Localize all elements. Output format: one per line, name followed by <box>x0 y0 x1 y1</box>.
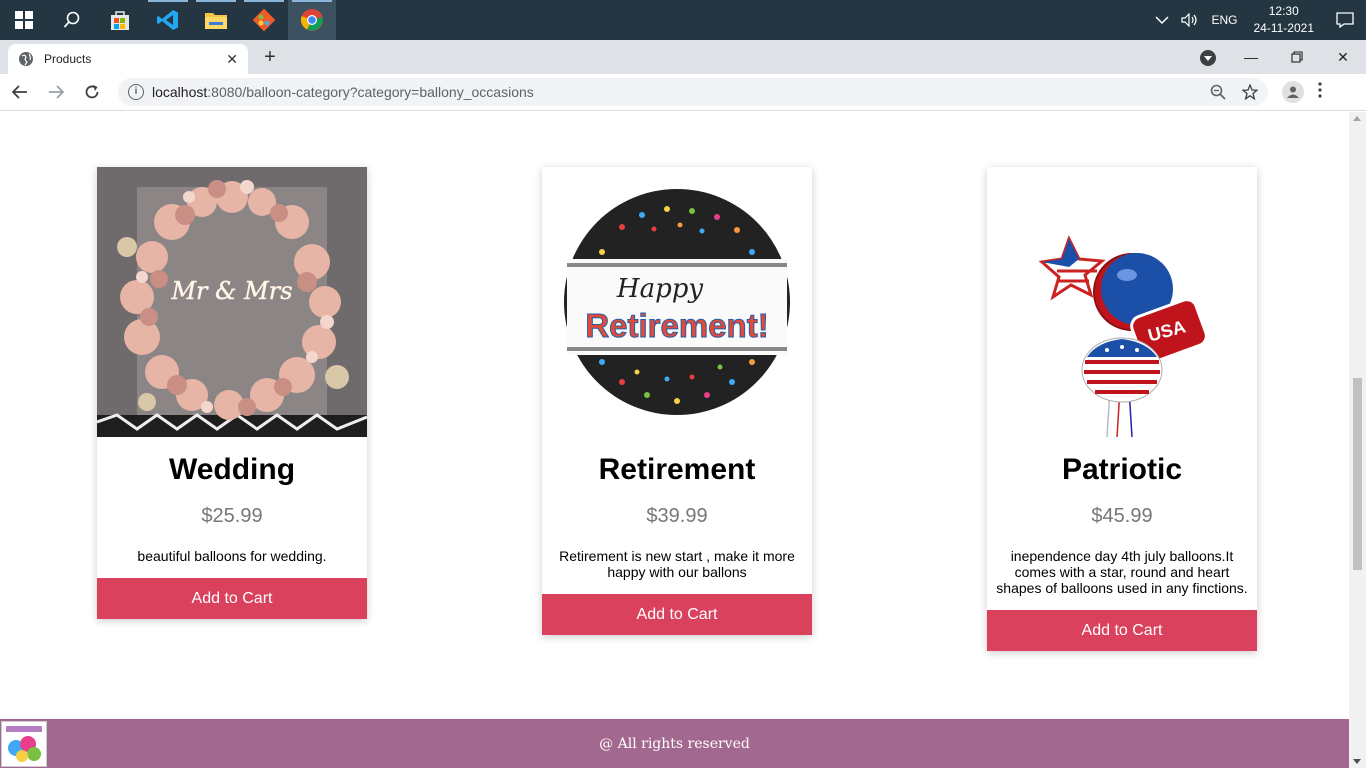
url-host: localhost <box>152 84 208 100</box>
product-title: Patriotic <box>1061 453 1183 486</box>
new-tab-button[interactable]: + <box>258 46 282 70</box>
tab-products[interactable]: Products ✕ <box>8 44 248 74</box>
product-price: $45.99 <box>1091 505 1153 527</box>
vscode-icon <box>157 10 178 30</box>
notification-icon[interactable] <box>1324 12 1366 28</box>
store-app-button[interactable] <box>96 0 144 40</box>
back-arrow-icon <box>12 85 27 99</box>
product-card-wedding: Mr & Mrs Wedding $25.99 beautiful balloo… <box>97 167 367 619</box>
git-icon <box>252 8 276 32</box>
copyright-text: @ All rights reserved <box>599 735 750 752</box>
forward-arrow-icon <box>49 85 64 99</box>
reload-button[interactable] <box>76 76 108 108</box>
chrome-app-button[interactable] <box>288 0 336 40</box>
window-controls: — ✕ <box>1228 40 1366 74</box>
scrollbar-thumb[interactable] <box>1353 378 1362 570</box>
search-icon <box>63 11 80 28</box>
url-path: :8080/balloon-category?category=ballony_… <box>207 84 534 100</box>
clock-date: 24-11-2021 <box>1253 21 1315 35</box>
product-price: $25.99 <box>201 505 263 527</box>
menu-kebab-icon[interactable] <box>1318 81 1322 103</box>
add-to-cart-button[interactable]: Add to Cart <box>542 594 812 635</box>
clock[interactable]: 12:30 24-11-2021 <box>1244 3 1325 37</box>
retirement-banner-text: Retirement! <box>585 307 768 344</box>
folder-icon <box>205 13 227 29</box>
page-content: Mr & Mrs Wedding $25.99 beautiful balloo… <box>0 112 1349 768</box>
site-info-icon[interactable]: i <box>128 84 144 100</box>
scroll-down-icon[interactable] <box>1353 759 1361 764</box>
language-indicator[interactable]: ENG <box>1205 13 1243 27</box>
product-title: Retirement <box>598 453 756 486</box>
site-footer: @ All rights reserved <box>0 719 1349 768</box>
product-card-patriotic: USA Patriotic $45.99 inependence day 4th… <box>987 167 1257 651</box>
wedding-image: Mr & Mrs <box>97 167 367 437</box>
browser-toolbar: i localhost:8080/balloon-category?catego… <box>0 74 1366 111</box>
product-title: Wedding <box>168 453 296 486</box>
site-logo[interactable] <box>1 721 47 767</box>
profile-avatar-icon[interactable] <box>1282 81 1304 103</box>
chrome-icon <box>300 9 323 31</box>
store-icon <box>111 11 129 30</box>
taskbar: ENG 12:30 24-11-2021 <box>0 0 1366 40</box>
product-card-retirement: Happy Retirement! Retirement $39.99 Reti… <box>542 167 812 635</box>
retirement-script-text: Happy <box>616 274 703 304</box>
volume-icon[interactable] <box>1175 13 1205 27</box>
scroll-up-icon[interactable] <box>1353 116 1361 121</box>
patriotic-image: USA <box>987 167 1257 437</box>
file-explorer-button[interactable] <box>192 0 240 40</box>
close-window-button[interactable]: ✕ <box>1320 40 1366 74</box>
reload-icon <box>85 85 99 99</box>
start-button[interactable] <box>0 0 48 40</box>
clock-time: 12:30 <box>1268 4 1299 18</box>
svg-text:Mr & Mrs: Mr & Mrs <box>170 277 292 305</box>
bookmark-star-icon[interactable] <box>1242 84 1258 100</box>
product-price: $39.99 <box>646 505 708 527</box>
tab-close-icon[interactable]: ✕ <box>226 51 238 68</box>
vscode-app-button[interactable] <box>144 0 192 40</box>
tab-search-icon[interactable] <box>1200 50 1216 66</box>
tab-strip: Products ✕ + — ✕ <box>0 40 1366 74</box>
product-description: inependence day 4th july balloons.It com… <box>996 548 1248 596</box>
product-description: beautiful balloons for wedding. <box>137 548 327 564</box>
product-description: Retirement is new start , make it more h… <box>559 548 795 580</box>
restore-icon <box>1291 51 1303 63</box>
add-to-cart-button[interactable]: Add to Cart <box>987 610 1257 651</box>
tab-title: Products <box>44 52 92 66</box>
globe-icon <box>19 52 33 66</box>
forward-button[interactable] <box>40 76 72 108</box>
restore-button[interactable] <box>1274 40 1320 74</box>
add-to-cart-button[interactable]: Add to Cart <box>97 578 367 619</box>
system-tray: ENG 12:30 24-11-2021 <box>1149 0 1366 40</box>
chevron-up-icon[interactable] <box>1149 15 1175 25</box>
zoom-icon[interactable] <box>1210 84 1226 100</box>
back-button[interactable] <box>4 76 36 108</box>
git-app-button[interactable] <box>240 0 288 40</box>
search-button[interactable] <box>48 0 96 40</box>
windows-logo-icon <box>15 11 33 29</box>
minimize-button[interactable]: — <box>1228 40 1274 74</box>
page-scrollbar[interactable] <box>1349 112 1366 768</box>
address-bar[interactable]: i localhost:8080/balloon-category?catego… <box>118 78 1268 106</box>
retirement-image: Happy Retirement! <box>542 167 812 437</box>
